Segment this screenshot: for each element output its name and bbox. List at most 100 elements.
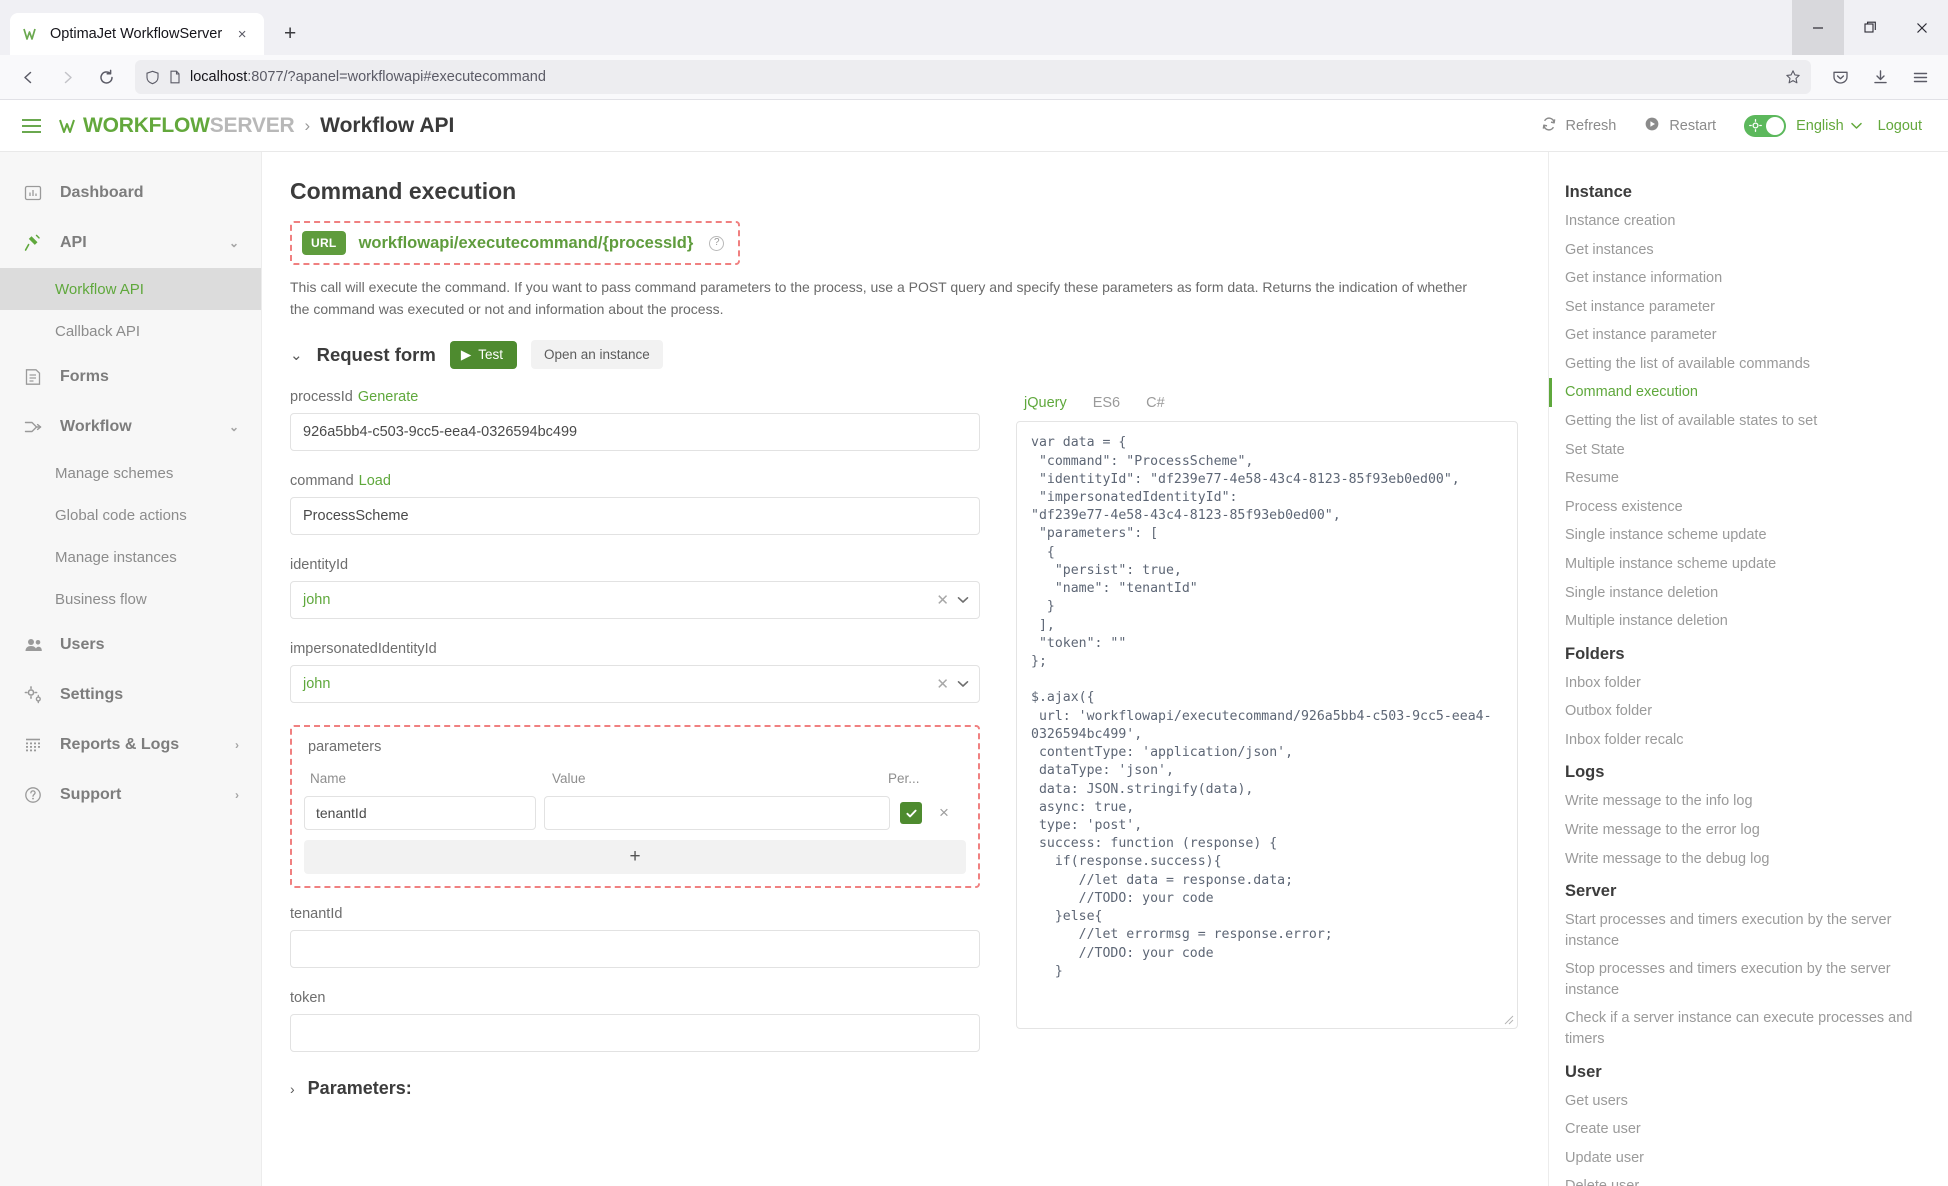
index-item-set-state[interactable]: Set State [1549,436,1934,465]
refresh-button[interactable]: Refresh [1527,116,1631,136]
tenantid-input[interactable] [290,930,980,969]
save-to-pocket-icon[interactable] [1822,60,1858,94]
brand-logo[interactable]: WORKFLOW SERVER [59,114,295,138]
sidebar-item-workflow-api[interactable]: Workflow API [0,268,261,310]
back-button[interactable] [10,60,46,94]
resize-handle[interactable] [1503,1014,1515,1026]
processid-input[interactable]: 926a5bb4-c503-9cc5-eea4-0326594bc499 [290,413,980,452]
url-rest: :8077/?apanel=workflowapi#executecommand [247,69,546,85]
command-input[interactable]: ProcessScheme [290,497,980,536]
forward-button[interactable] [49,60,85,94]
sidebar-item-reports-and-logs[interactable]: Reports & Logs › [0,720,261,770]
index-item-delete-user[interactable]: Delete user [1549,1172,1934,1186]
identityid-select[interactable]: john ✕ [290,581,980,620]
logout-button[interactable]: Logout [1878,118,1926,134]
sidebar-item-business-flow[interactable]: Business flow [0,578,261,620]
index-item-multiple-instance-scheme-update[interactable]: Multiple instance scheme update [1549,550,1934,579]
window-maximize-button[interactable] [1844,0,1896,55]
load-link[interactable]: Load [359,473,391,489]
menu-toggle-icon[interactable] [22,118,41,133]
chevron-down-icon[interactable] [957,593,969,607]
index-item-stop-processes[interactable]: Stop processes and timers execution by t… [1549,955,1934,1004]
sidebar-item-callback-api[interactable]: Callback API [0,310,261,352]
index-item-multiple-instance-deletion[interactable]: Multiple instance deletion [1549,607,1934,636]
sidebar-item-global-code-actions[interactable]: Global code actions [0,494,261,536]
page-info-icon[interactable] [168,70,182,84]
index-item-get-instance-parameter[interactable]: Get instance parameter [1549,321,1934,350]
index-item-create-user[interactable]: Create user [1549,1115,1934,1144]
index-item-single-instance-deletion[interactable]: Single instance deletion [1549,579,1934,608]
open-instance-button[interactable]: Open an instance [530,340,663,370]
command-label: command [290,473,354,490]
endpoint-path: workflowapi/executecommand/{processId} [358,233,694,252]
index-group-heading: Server [1565,882,1617,901]
code-block[interactable]: var data = { "command": "ProcessScheme",… [1016,421,1518,1030]
reload-button[interactable] [88,60,124,94]
index-item-get-users[interactable]: Get users [1549,1087,1934,1116]
generate-link[interactable]: Generate [358,389,418,405]
index-item-get-instances[interactable]: Get instances [1549,236,1934,265]
sidebar-item-dashboard[interactable]: Dashboard [0,168,261,218]
index-item-debug-log[interactable]: Write message to the debug log [1549,845,1934,874]
chevron-down-icon: ⌄ [228,420,239,434]
sidebar-item-workflow[interactable]: Workflow ⌄ [0,402,261,452]
tab-jquery[interactable]: jQuery [1024,395,1067,411]
index-item-instance-creation[interactable]: Instance creation [1549,207,1934,236]
url-bar[interactable]: localhost:8077/?apanel=workflowapi#execu… [135,60,1811,94]
help-icon[interactable]: ? [709,235,725,251]
parameter-value-input[interactable] [544,796,890,831]
test-button[interactable]: ▶ Test [449,340,517,369]
bookmark-star-icon[interactable] [1785,69,1801,85]
clear-icon[interactable]: ✕ [928,591,957,609]
tab-close-icon[interactable]: × [232,24,252,44]
index-item-resume[interactable]: Resume [1549,464,1934,493]
index-item-command-execution[interactable]: Command execution [1549,378,1934,408]
restart-button[interactable]: Restart [1630,116,1730,136]
new-tab-button[interactable]: + [272,16,308,52]
parameter-persist-checkbox[interactable] [900,802,922,825]
index-item-inbox-folder[interactable]: Inbox folder [1549,669,1934,698]
downloads-icon[interactable] [1862,60,1898,94]
index-item-process-existence[interactable]: Process existence [1549,493,1934,522]
collapse-caret-icon[interactable]: ⌄ [290,346,303,364]
chevron-down-icon[interactable] [957,677,969,691]
parameter-name-cell: tenantId [304,796,544,831]
window-close-button[interactable] [1896,0,1948,55]
browser-tab[interactable]: OptimaJet WorkflowServer × [10,13,265,55]
index-item-get-instance-information[interactable]: Get instance information [1549,264,1934,293]
token-input[interactable] [290,1014,980,1053]
sidebar-label: Manage schemes [55,464,174,482]
index-item-update-user[interactable]: Update user [1549,1144,1934,1173]
tab-csharp[interactable]: C# [1146,395,1165,411]
clear-icon[interactable]: ✕ [928,675,957,693]
sidebar-item-settings[interactable]: Settings [0,670,261,720]
index-item-check-server-instance[interactable]: Check if a server instance can execute p… [1549,1004,1934,1053]
sidebar-item-api[interactable]: API ⌄ [0,218,261,268]
parameters-label: parameters [308,739,382,756]
index-item-single-instance-scheme-update[interactable]: Single instance scheme update [1549,521,1934,550]
impersonatedidentityid-select[interactable]: john ✕ [290,665,980,704]
index-item-available-states[interactable]: Getting the list of available states to … [1549,407,1934,436]
parameter-remove-button[interactable]: × [922,803,966,823]
play-icon: ▶ [460,346,472,362]
sidebar-item-users[interactable]: Users [0,620,261,670]
index-item-inbox-folder-recalc[interactable]: Inbox folder recalc [1549,726,1934,755]
sidebar-item-support[interactable]: Support › [0,770,261,820]
sidebar-item-manage-instances[interactable]: Manage instances [0,536,261,578]
index-item-info-log[interactable]: Write message to the info log [1549,787,1934,816]
parameters-section-header[interactable]: › Parameters: [290,1078,980,1099]
index-item-outbox-folder[interactable]: Outbox folder [1549,697,1934,726]
server-power-toggle[interactable] [1744,114,1787,137]
index-item-available-commands[interactable]: Getting the list of available commands [1549,350,1934,379]
language-selector[interactable]: English [1796,118,1878,134]
index-item-error-log[interactable]: Write message to the error log [1549,816,1934,845]
sidebar-item-manage-schemes[interactable]: Manage schemes [0,452,261,494]
parameter-name-input[interactable]: tenantId [304,796,536,831]
app-menu-icon[interactable] [1902,60,1938,94]
tab-es6[interactable]: ES6 [1093,395,1120,411]
parameter-add-button[interactable]: + [304,840,966,875]
sidebar-item-forms[interactable]: Forms [0,352,261,402]
index-item-start-processes[interactable]: Start processes and timers execution by … [1549,906,1934,955]
window-minimize-button[interactable] [1792,0,1844,55]
index-item-set-instance-parameter[interactable]: Set instance parameter [1549,293,1934,322]
